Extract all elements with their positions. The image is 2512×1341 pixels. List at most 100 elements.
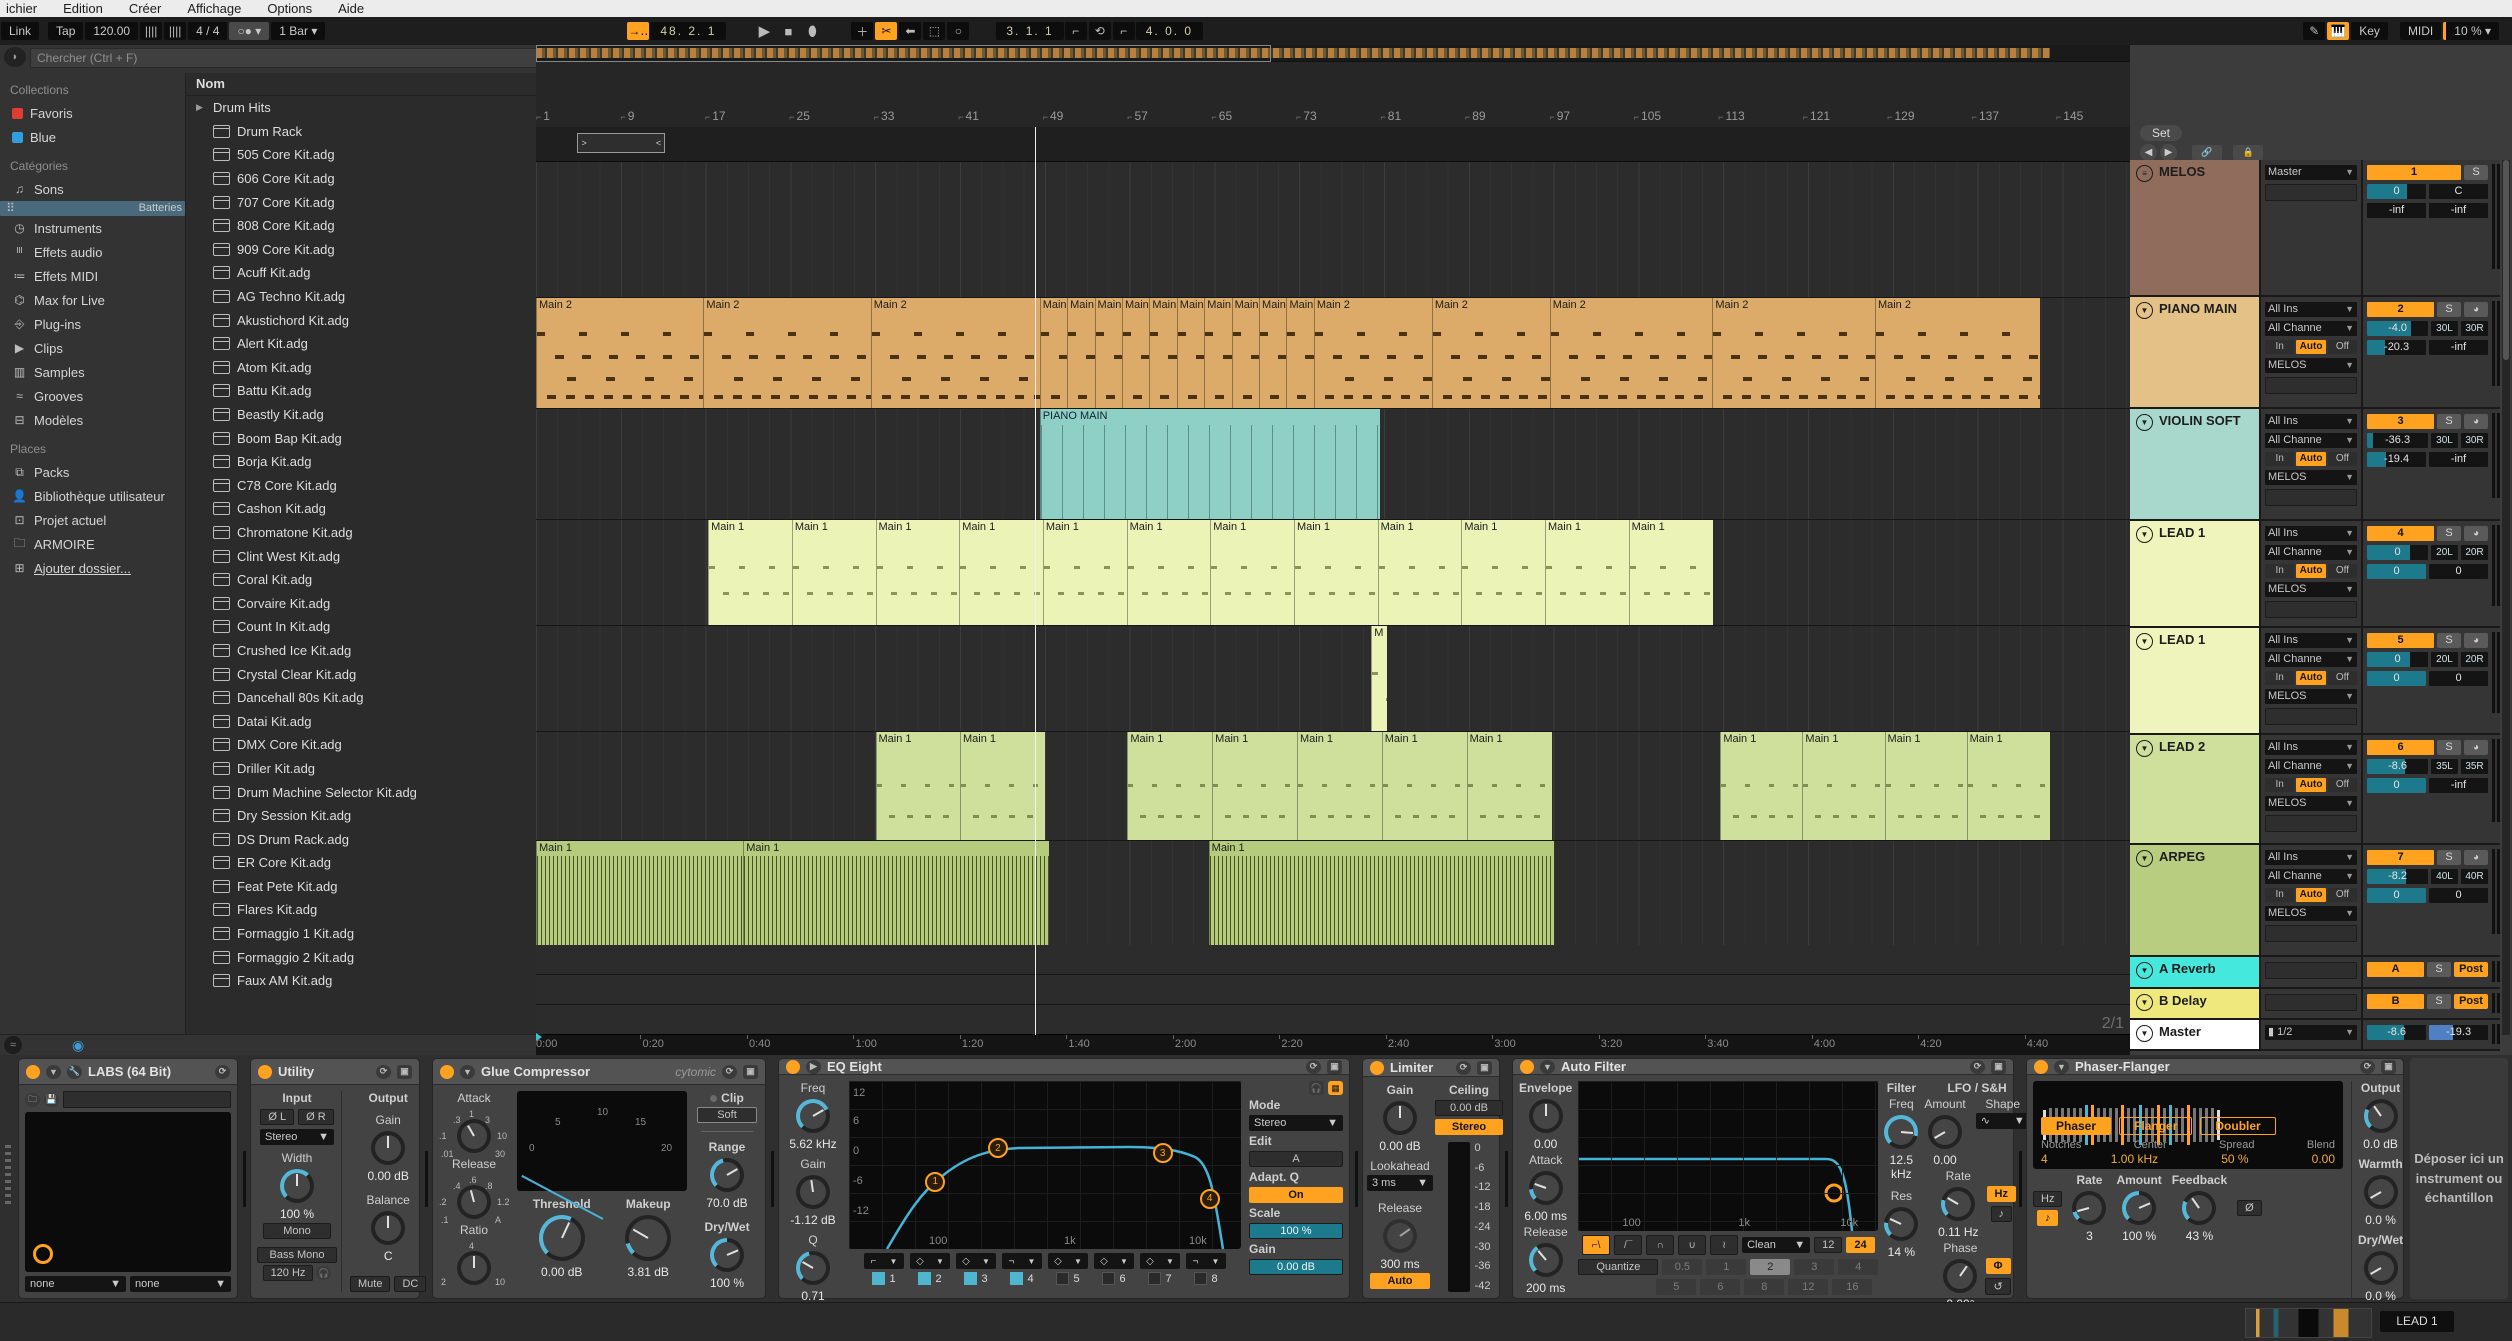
monitor-auto-button[interactable]: Auto bbox=[2296, 778, 2325, 792]
arrangement-clip[interactable]: Main 1 bbox=[536, 841, 744, 951]
track-name-cell[interactable]: ▼ LEAD 2 bbox=[2130, 735, 2259, 843]
value-box[interactable]: -19.4 bbox=[2367, 452, 2426, 467]
utility-title[interactable]: Utility bbox=[278, 1064, 314, 1079]
value-box[interactable]: -8.2 bbox=[2367, 869, 2428, 884]
arm-button[interactable]: ◕ bbox=[2464, 850, 2488, 865]
next-marker-icon[interactable]: ▶ bbox=[2160, 144, 2177, 161]
browser-list-item[interactable]: Boom Bap Kit.adg bbox=[186, 426, 536, 450]
phaser-hotswap-icon[interactable]: ⟳ bbox=[2360, 1060, 2375, 1074]
glue-on-icon[interactable] bbox=[440, 1065, 454, 1079]
browser-list-item[interactable]: Crushed Ice Kit.adg bbox=[186, 639, 536, 663]
track-row[interactable]: ▼ LEAD 2 All Ins▼ All Channe▼ In Auto Of… bbox=[2130, 735, 2500, 845]
send-a-box[interactable]: 20L bbox=[2431, 545, 2458, 560]
return-lane[interactable] bbox=[536, 1005, 2130, 1035]
browser-list-item[interactable]: Crystal Clear Kit.adg bbox=[186, 662, 536, 686]
labs-on-icon[interactable] bbox=[26, 1065, 40, 1079]
af-quantize-option[interactable]: 16 bbox=[1832, 1279, 1872, 1295]
eq-band-shape-select[interactable]: ◇▼ bbox=[1140, 1253, 1180, 1269]
input-channel-select[interactable]: All Channe▼ bbox=[2265, 652, 2357, 667]
arrangement-clip[interactable]: Main 1 bbox=[959, 520, 1044, 625]
arrangement-clip[interactable]: Main 2 bbox=[1177, 298, 1205, 408]
value-box[interactable]: 0 bbox=[2367, 564, 2426, 579]
browser-list-item[interactable]: Borja Kit.adg bbox=[186, 450, 536, 474]
monitor-in-button[interactable]: In bbox=[2265, 452, 2294, 466]
arrangement-clip[interactable]: Main 1 bbox=[1294, 520, 1379, 625]
eq-mode-select[interactable]: Stereo▼ bbox=[1249, 1115, 1343, 1131]
collection-blue[interactable]: Blue bbox=[0, 125, 185, 149]
arrangement-clip[interactable]: Main 2 bbox=[1314, 298, 1433, 408]
phaser-output-value[interactable]: 0.0 dB bbox=[2363, 1137, 2398, 1151]
glue-hotswap-icon[interactable]: ⟳ bbox=[722, 1065, 737, 1079]
arm-button[interactable]: ◕ bbox=[2464, 414, 2488, 429]
utility-mono-button[interactable]: Mono bbox=[263, 1223, 331, 1239]
time-signature-field[interactable]: 4 / 4 bbox=[188, 22, 227, 40]
phaser-spread-value[interactable]: 50 % bbox=[2221, 1152, 2248, 1166]
track-fold-icon[interactable]: ▼ bbox=[2136, 633, 2153, 650]
loop-toggle-icon[interactable]: ⟲ bbox=[1089, 22, 1111, 40]
phaser-unfold-icon[interactable]: ▼ bbox=[2054, 1060, 2069, 1074]
browser-list-item[interactable]: Corvaire Kit.adg bbox=[186, 591, 536, 615]
output-routing-select[interactable]: MELOS▼ bbox=[2265, 906, 2357, 921]
af-quantize-option[interactable]: 5 bbox=[1656, 1279, 1696, 1295]
send-a-box[interactable]: 20L bbox=[2431, 652, 2458, 667]
glue-save-icon[interactable]: ▣ bbox=[743, 1065, 758, 1079]
track-row[interactable]: ▼ A Reverb A S Post bbox=[2130, 957, 2500, 989]
record-button[interactable]: ⬮ bbox=[801, 22, 823, 40]
post-button[interactable]: Post bbox=[2454, 962, 2488, 977]
phaser-amount-knob[interactable] bbox=[2122, 1191, 2156, 1225]
return-lane[interactable] bbox=[536, 945, 2130, 975]
track-name-cell[interactable]: ≡ MELOS bbox=[2130, 160, 2259, 295]
arrangement-clip[interactable]: Main 1 bbox=[1720, 732, 1803, 840]
value-box[interactable]: -4.0 bbox=[2367, 321, 2428, 336]
menu-item[interactable]: ichier bbox=[6, 1, 37, 16]
limiter-gain-knob[interactable] bbox=[1383, 1101, 1417, 1135]
autofilter-title[interactable]: Auto Filter bbox=[1561, 1059, 1626, 1074]
browser-list-item[interactable]: Acuff Kit.adg bbox=[186, 261, 536, 285]
sidebar-item-instruments[interactable]: ◷ Instruments bbox=[0, 216, 185, 240]
browser-list-item[interactable]: DS Drum Rack.adg bbox=[186, 827, 536, 851]
af-freq-knob[interactable] bbox=[1884, 1115, 1918, 1149]
value-box[interactable]: 0 bbox=[2367, 652, 2428, 667]
eq-gain-knob[interactable] bbox=[796, 1175, 830, 1209]
track-row[interactable]: ▼ LEAD 1 All Ins▼ All Channe▼ In Auto Of… bbox=[2130, 628, 2500, 735]
utility-bass-freq-field[interactable]: 120 Hz bbox=[263, 1265, 314, 1281]
monitor-auto-button[interactable]: Auto bbox=[2296, 888, 2325, 902]
utility-on-icon[interactable] bbox=[258, 1065, 272, 1079]
labs-param1-select[interactable]: none▼ bbox=[25, 1276, 126, 1292]
arrangement-clip[interactable]: Main 1 bbox=[1382, 732, 1468, 840]
draw-box-icon[interactable]: ⬚ bbox=[923, 22, 945, 40]
limiter-ceiling-field[interactable]: 0.00 dB bbox=[1435, 1100, 1503, 1116]
browser-list-item[interactable]: ▶ Drum Hits bbox=[186, 96, 536, 120]
monitor-in-button[interactable]: In bbox=[2265, 564, 2294, 578]
track-fold-icon[interactable]: ▼ bbox=[2136, 526, 2153, 543]
browser-list-item[interactable]: Beastly Kit.adg bbox=[186, 403, 536, 427]
arrangement-clip[interactable]: Main 2 bbox=[1040, 298, 1068, 408]
eq-edit-button[interactable]: A bbox=[1249, 1151, 1343, 1167]
phaser-feedback-invert-button[interactable]: Ø bbox=[2237, 1200, 2262, 1216]
back-to-arrangement-icon[interactable]: ⬅ bbox=[899, 22, 921, 40]
input-channel-select[interactable]: All Channe▼ bbox=[2265, 433, 2357, 448]
eq-q-value[interactable]: 0.71 bbox=[801, 1289, 824, 1303]
labs-wrench-icon[interactable]: 🔧 bbox=[67, 1065, 82, 1079]
arrangement-clip[interactable]: Main 1 bbox=[1297, 732, 1383, 840]
phaser-output-knob[interactable] bbox=[2364, 1099, 2398, 1133]
sidebar-item-effets-midi[interactable]: ≔ Effets MIDI bbox=[0, 264, 185, 288]
browser-list-item[interactable]: Atom Kit.adg bbox=[186, 356, 536, 380]
send-b-box[interactable]: 20R bbox=[2461, 652, 2488, 667]
play-button[interactable]: ▶ bbox=[753, 22, 775, 40]
limiter-title[interactable]: Limiter bbox=[1390, 1060, 1433, 1075]
value-box[interactable]: 0 bbox=[2367, 778, 2426, 793]
eq-adaptq-button[interactable]: On bbox=[1249, 1187, 1343, 1203]
solo-button[interactable]: S bbox=[2437, 740, 2461, 755]
arrangement-clip[interactable]: M bbox=[1371, 626, 1386, 731]
browser-list-item[interactable]: Feat Pete Kit.adg bbox=[186, 875, 536, 899]
nudge-up-icon[interactable]: |||| bbox=[164, 22, 186, 40]
track-lane[interactable]: Main 1 Main 1 Main 1 Main 1 Main 1 Main … bbox=[536, 520, 2130, 626]
phaser-drywet-value[interactable]: 0.0 % bbox=[2365, 1289, 2396, 1303]
glue-makeup-value[interactable]: 3.81 dB bbox=[628, 1265, 669, 1279]
post-button[interactable]: Post bbox=[2454, 994, 2488, 1009]
arrangement-clip[interactable]: Main 2 bbox=[1204, 298, 1232, 408]
af-release-knob[interactable] bbox=[1529, 1243, 1563, 1277]
send-b-box[interactable]: 35R bbox=[2461, 759, 2488, 774]
track-number[interactable]: 1 bbox=[2367, 165, 2461, 180]
